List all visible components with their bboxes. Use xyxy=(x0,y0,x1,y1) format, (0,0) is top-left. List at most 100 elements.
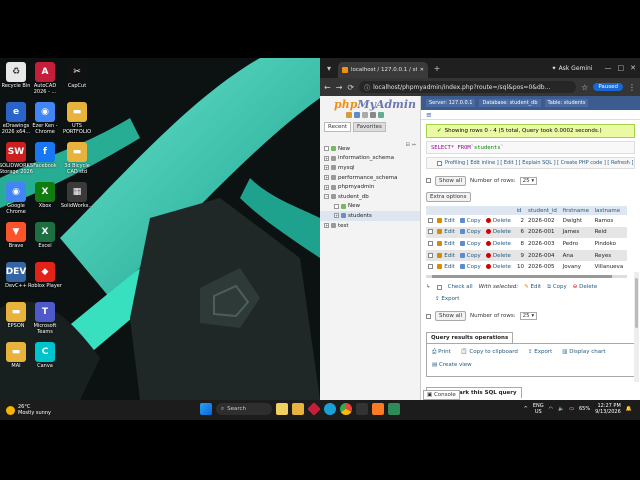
new-tab-button[interactable]: + xyxy=(432,64,442,73)
row-edit-button[interactable]: Edit xyxy=(435,249,459,262)
cell-firstname[interactable]: Jovany xyxy=(560,261,593,273)
row-delete-button[interactable]: Delete xyxy=(484,226,515,239)
maximize-button[interactable]: □ xyxy=(618,64,625,72)
cell-id[interactable]: 10 xyxy=(514,261,527,273)
row-edit-button[interactable]: Edit xyxy=(435,215,459,227)
row-copy-button[interactable]: Copy xyxy=(458,238,485,250)
xampp-icon[interactable] xyxy=(372,403,384,415)
rows-select-bottom[interactable]: 25 ▾ xyxy=(519,312,538,321)
row-delete-button[interactable]: Delete xyxy=(484,215,515,227)
tree-item[interactable]: + performance_schema xyxy=(320,173,420,183)
tree-item[interactable]: + mysql xyxy=(320,163,420,173)
hamburger-icon[interactable]: ≡ xyxy=(426,111,432,119)
tree-item[interactable]: + test xyxy=(320,221,420,231)
tab-favorites[interactable]: Favorites xyxy=(353,122,386,132)
cell-student_id[interactable]: 2026-004 xyxy=(526,249,561,262)
desktop-shortcut[interactable]: ✂ CapCut xyxy=(61,62,93,89)
column-header-student_id[interactable]: student_id xyxy=(526,206,561,215)
file-explorer-icon[interactable] xyxy=(292,403,304,415)
row-copy-button[interactable]: Copy xyxy=(458,226,485,239)
chrome-taskbar-icon[interactable] xyxy=(340,403,352,415)
extra-options-button[interactable]: Extra options xyxy=(426,191,471,202)
row-edit-button[interactable]: Edit xyxy=(435,238,459,250)
cell-id[interactable]: 9 xyxy=(514,249,527,262)
start-button-icon[interactable] xyxy=(200,403,212,415)
app-icon-red[interactable] xyxy=(307,402,321,416)
results-scrollbar[interactable] xyxy=(634,272,639,382)
cell-student_id[interactable]: 2026-005 xyxy=(526,261,561,273)
cell-student_id[interactable]: 2026-002 xyxy=(526,215,561,227)
check-all-checkbox[interactable] xyxy=(436,284,442,290)
column-header-id[interactable]: id xyxy=(514,206,527,215)
ws-export-button[interactable]: ⇪ Export xyxy=(435,296,459,302)
row-delete-button[interactable]: Delete xyxy=(484,249,515,262)
row-edit-button[interactable]: Edit xyxy=(435,261,459,273)
horizontal-scrollbar[interactable] xyxy=(426,274,627,278)
bookmark-star-icon[interactable]: ☆ xyxy=(581,83,588,92)
cell-student_id[interactable]: 2026-001 xyxy=(526,226,561,239)
link-icon[interactable]: ⇔ xyxy=(412,142,416,148)
edge-icon[interactable] xyxy=(324,403,336,415)
minimize-button[interactable]: — xyxy=(605,64,612,72)
column-header-lastname[interactable]: lastname xyxy=(592,206,627,215)
cell-lastname[interactable]: Reid xyxy=(592,226,627,239)
address-bar[interactable]: ⓘ localhost/phpmyadmin/index.php?route=/… xyxy=(359,81,577,93)
tree-item[interactable]: − student_db xyxy=(320,192,420,202)
qro-print[interactable]: ⎙ Print xyxy=(432,349,451,359)
notification-bell-icon[interactable]: 🔔 xyxy=(626,406,632,412)
cell-firstname[interactable]: Ana xyxy=(560,249,593,262)
ws-copy-button[interactable]: ⧉ Copy xyxy=(547,284,567,291)
app-icon-dark[interactable] xyxy=(356,403,368,415)
qro-display-chart[interactable]: ▥ Display chart xyxy=(562,349,605,359)
home-icon[interactable] xyxy=(346,112,352,118)
menu-icon[interactable]: ⋮ xyxy=(628,83,636,92)
desktop-shortcut[interactable]: ◉ Ezer Ken - Chrome xyxy=(29,102,61,135)
volume-icon[interactable]: 🔈 xyxy=(558,406,564,412)
cell-id[interactable]: 2 xyxy=(514,215,527,227)
logout-icon[interactable] xyxy=(354,112,360,118)
qro-copy-clipboard[interactable]: 📋 Copy to clipboard xyxy=(461,349,518,359)
table-row[interactable]: Edit Copy Delete 2 2026-002 Dwight Ramos xyxy=(426,215,627,227)
settings-icon[interactable] xyxy=(370,112,376,118)
desktop-shortcut[interactable]: ▬ 3d Bicycle CAD std xyxy=(61,142,93,175)
battery-icon[interactable]: ▭ xyxy=(569,406,574,412)
breadcrumb-table[interactable]: Table: students xyxy=(544,99,589,107)
expand-icon[interactable]: − xyxy=(324,194,329,200)
desktop-shortcut[interactable]: A AutoCAD 2026 - ... xyxy=(29,62,61,95)
row-copy-button[interactable]: Copy xyxy=(458,215,485,227)
forward-button[interactable]: → xyxy=(336,83,343,92)
reload-button[interactable]: ⟳ xyxy=(347,83,354,92)
cell-student_id[interactable]: 2026-003 xyxy=(526,238,561,250)
row-checkbox[interactable] xyxy=(428,229,433,235)
row-copy-button[interactable]: Copy xyxy=(458,261,485,273)
profiling-checkbox[interactable] xyxy=(437,160,442,166)
expand-icon[interactable]: + xyxy=(324,155,329,161)
expand-icon[interactable]: + xyxy=(324,184,329,190)
cell-firstname[interactable]: Dwight xyxy=(560,215,593,227)
desktop-shortcut[interactable]: ▬ UTS PORTFOLIO xyxy=(61,102,93,135)
tray-chevron-icon[interactable]: ^ xyxy=(524,406,528,412)
site-info-icon[interactable]: ⓘ xyxy=(364,83,370,92)
app-icon-1[interactable] xyxy=(276,403,288,415)
close-window-button[interactable]: ✕ xyxy=(630,64,636,72)
tree-item[interactable]: + information_schema xyxy=(320,154,420,164)
expand-icon[interactable]: + xyxy=(324,223,329,229)
weather-widget[interactable]: 26°C Mostly sunny xyxy=(6,404,51,416)
tree-item[interactable]: + students xyxy=(320,211,420,221)
cell-lastname[interactable]: Reyes xyxy=(592,249,627,262)
desktop-shortcut[interactable]: T Microsoft Teams xyxy=(29,302,61,335)
row-copy-button[interactable]: Copy xyxy=(458,249,485,262)
cell-id[interactable]: 8 xyxy=(514,238,527,250)
browser-tab[interactable]: localhost / 127.0.0.1 / student... ✕ xyxy=(338,62,428,78)
cell-firstname[interactable]: James xyxy=(560,226,593,239)
cell-id[interactable]: 6 xyxy=(514,226,527,239)
cell-firstname[interactable]: Pedro xyxy=(560,238,593,250)
clock[interactable]: 12:27 PM 9/13/2026 xyxy=(595,403,621,415)
wifi-icon[interactable]: ◠ xyxy=(549,406,553,412)
table-row[interactable]: Edit Copy Delete 10 2026-005 Jovany Villanue… xyxy=(426,261,627,273)
expand-icon[interactable]: + xyxy=(324,175,329,181)
row-delete-button[interactable]: Delete xyxy=(484,238,515,250)
profiling-links[interactable]: Profiling [ Edit inline ] [ Edit ] [ Exp… xyxy=(445,160,633,166)
cell-lastname[interactable]: Villanueva xyxy=(592,261,627,273)
rows-select[interactable]: 25 ▾ xyxy=(519,176,538,185)
